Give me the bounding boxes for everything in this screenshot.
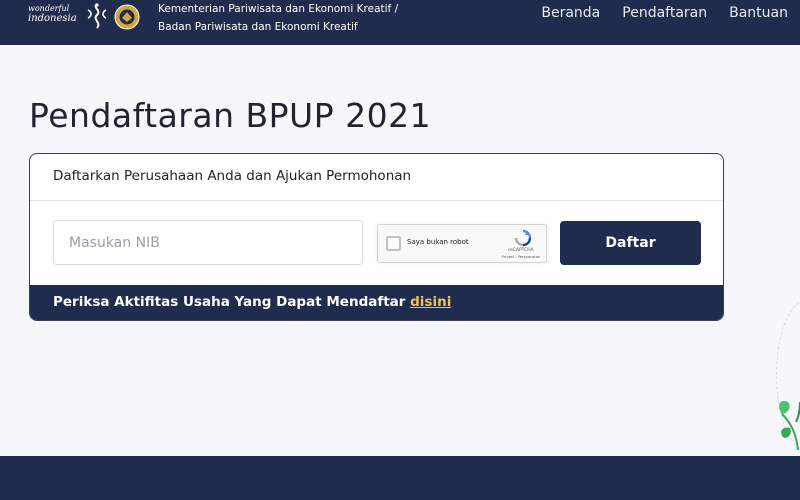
eligibility-link[interactable]: disini bbox=[410, 294, 451, 310]
site-footer bbox=[0, 456, 800, 500]
garuda-emblem-icon bbox=[114, 4, 140, 30]
logo-line-1: wonderful bbox=[28, 4, 70, 13]
eligibility-text: Periksa Aktifitas Usaha Yang Dapat Menda… bbox=[53, 294, 406, 310]
recaptcha-label: Saya bukan robot bbox=[407, 238, 469, 246]
nav-bantuan[interactable]: Bantuan bbox=[729, 5, 788, 21]
daftar-button[interactable]: Daftar bbox=[560, 221, 701, 265]
recaptcha-brand: reCAPTCHA bbox=[508, 248, 534, 253]
wonderful-indonesia-logo[interactable]: wonderful indonesia bbox=[28, 2, 143, 32]
nav-beranda[interactable]: Beranda bbox=[541, 5, 600, 21]
plant-icon bbox=[779, 400, 800, 450]
main-nav: Beranda Pendaftaran Bantuan bbox=[541, 5, 800, 21]
eligibility-banner: Periksa Aktifitas Usaha Yang Dapat Menda… bbox=[30, 285, 723, 320]
recaptcha-widget: Saya bukan robot reCAPTCHA Privasi - Per… bbox=[377, 224, 547, 263]
nav-pendaftaran[interactable]: Pendaftaran bbox=[622, 5, 707, 21]
site-header: wonderful indonesia Kementerian Pariwisa… bbox=[0, 0, 800, 45]
card-heading: Daftarkan Perusahaan Anda dan Ajukan Per… bbox=[30, 154, 723, 201]
card-body: Saya bukan robot reCAPTCHA Privasi - Per… bbox=[30, 201, 723, 286]
ministry-name: Kementerian Pariwisata dan Ekonomi Kreat… bbox=[158, 0, 398, 36]
recaptcha-terms-link[interactable]: Privasi - Persyaratan bbox=[496, 254, 546, 259]
logo-line-2: indonesia bbox=[28, 13, 77, 24]
nib-input[interactable] bbox=[53, 220, 363, 265]
ministry-line-1: Kementerian Pariwisata dan Ekonomi Kreat… bbox=[158, 3, 399, 15]
page-title: Pendaftaran BPUP 2021 bbox=[29, 96, 432, 135]
wonderful-indonesia-logo-icon bbox=[87, 3, 107, 29]
recaptcha-logo-icon bbox=[514, 229, 532, 247]
recaptcha-checkbox[interactable] bbox=[386, 236, 401, 251]
registration-card: Daftarkan Perusahaan Anda dan Ajukan Per… bbox=[29, 153, 724, 321]
wonderful-indonesia-wordmark: wonderful indonesia bbox=[28, 4, 77, 24]
ministry-line-2: Badan Pariwisata dan Ekonomi Kreatif bbox=[158, 21, 358, 33]
